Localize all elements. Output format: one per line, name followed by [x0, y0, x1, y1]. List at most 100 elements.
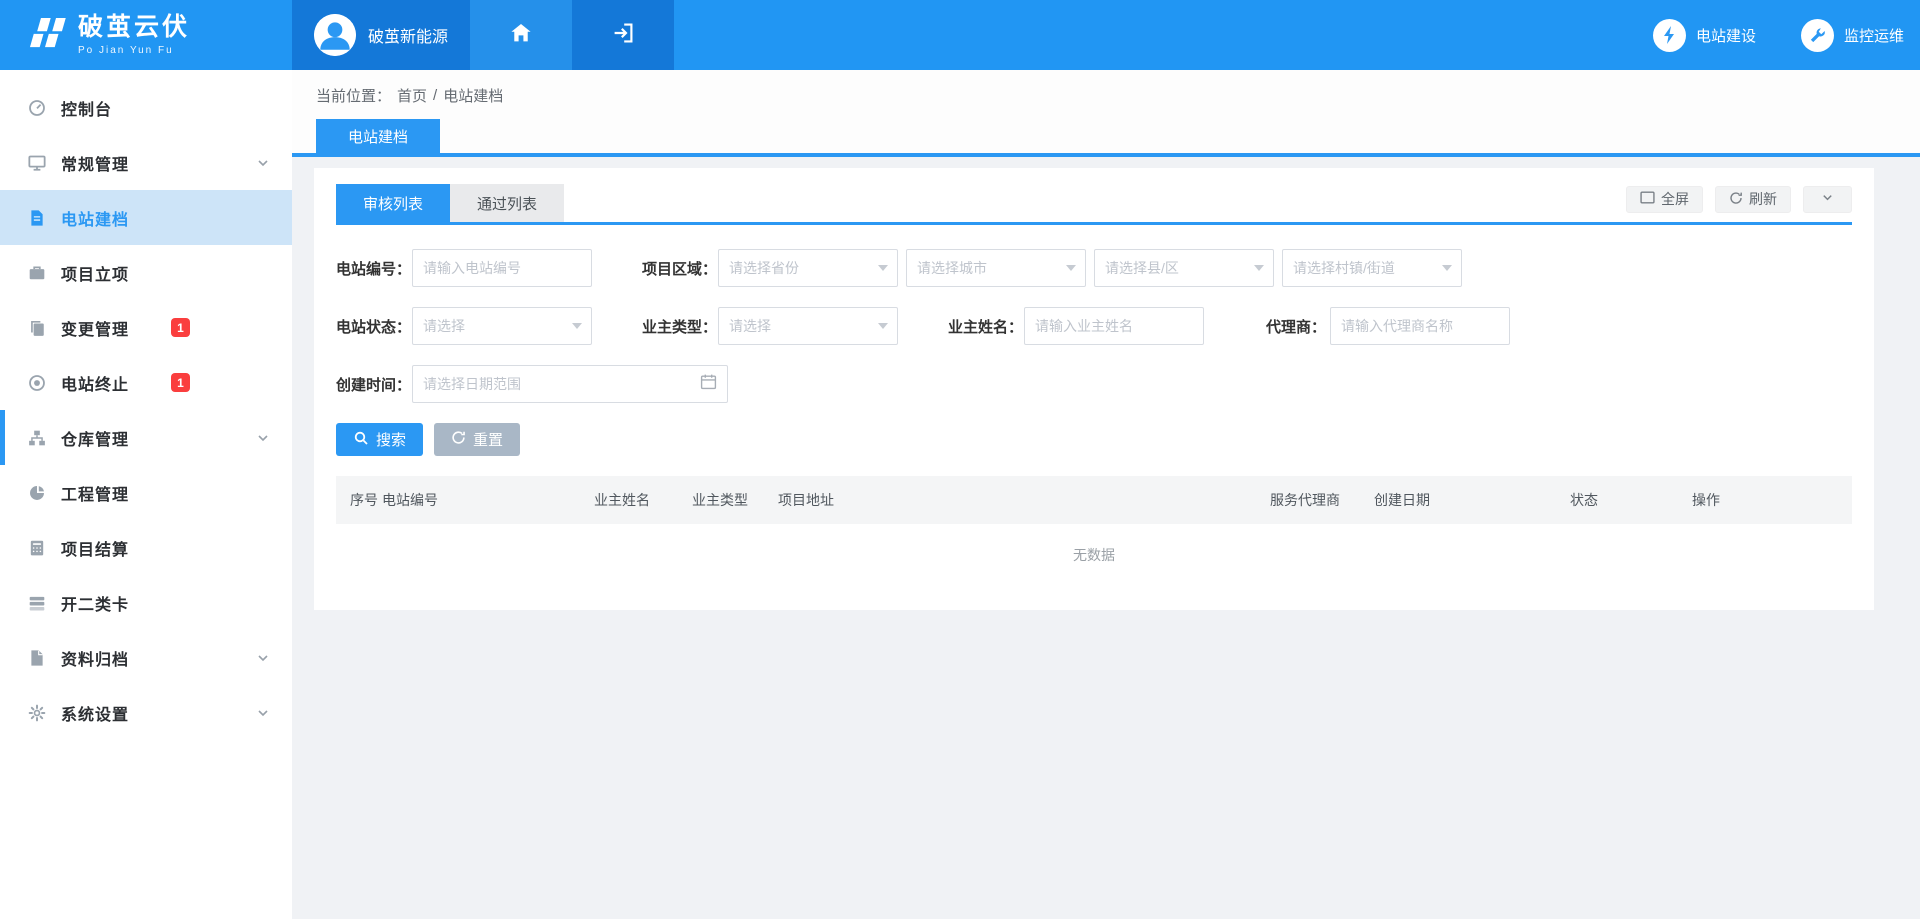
dashboard-icon — [27, 98, 47, 118]
date-range-input[interactable] — [423, 376, 700, 392]
file-icon — [27, 648, 47, 668]
create-time-field-group: 创建时间： — [336, 365, 728, 403]
caret-down-icon — [1066, 265, 1076, 271]
monitor-icon — [27, 153, 47, 173]
avatar — [314, 14, 356, 56]
results-table: 序号 电站编号 业主姓名 业主类型 项目地址 服务代理商 创建日期 状态 操作 … — [336, 476, 1852, 586]
owner-type-field-group: 业主类型： 请选择 — [642, 307, 898, 345]
station-status-select[interactable]: 请选择 — [412, 307, 592, 345]
owner-name-label: 业主姓名： — [948, 316, 1020, 337]
sidebar-item-warehouse-management[interactable]: 仓库管理 — [0, 410, 292, 465]
card-lines-icon — [27, 593, 47, 613]
panel-tools: 全屏 刷新 — [1626, 186, 1852, 213]
fullscreen-icon — [1640, 191, 1655, 207]
region-field-group: 项目区域： 请选择省份 请选择城市 — [642, 249, 1462, 287]
caret-down-icon — [1442, 265, 1452, 271]
sidebar-item-label: 项目结算 — [61, 536, 129, 560]
sidebar-item-system-settings[interactable]: 系统设置 — [0, 685, 292, 740]
region-label: 项目区域： — [642, 258, 714, 279]
sidebar-item-label: 工程管理 — [61, 481, 129, 505]
sidebar-item-change-management[interactable]: 变更管理 1 — [0, 300, 292, 355]
wrench-icon — [1801, 19, 1834, 52]
sidebar-item-project-initiation[interactable]: 项目立项 — [0, 245, 292, 300]
owner-type-label: 业主类型： — [642, 316, 714, 337]
sidebar-item-data-archive[interactable]: 资料归档 — [0, 630, 292, 685]
caret-down-icon — [572, 323, 582, 329]
page-tabs: 电站建档 — [316, 119, 1920, 153]
agent-field-group: 代理商： — [1254, 307, 1510, 345]
nav-station-build[interactable]: 电站建设 — [1653, 19, 1756, 52]
home-icon — [509, 21, 533, 50]
collapse-button[interactable] — [1803, 186, 1852, 213]
app-header: 破茧云伏 Po Jian Yun Fu 破茧新能源 — [0, 0, 1920, 70]
sidebar-item-open-class2-card[interactable]: 开二类卡 — [0, 575, 292, 630]
sidebar-item-label: 电站终止 — [61, 371, 129, 395]
agent-input[interactable] — [1330, 307, 1510, 345]
main-area: 当前位置： 首页 / 电站建档 电站建档 审核列表 通过列表 — [292, 70, 1920, 919]
sidebar-item-station-filing[interactable]: 电站建档 — [0, 190, 292, 245]
company-name: 破茧新能源 — [368, 23, 448, 47]
search-icon — [353, 430, 369, 450]
station-no-input[interactable] — [412, 249, 592, 287]
fullscreen-button[interactable]: 全屏 — [1626, 186, 1703, 213]
logo-subtitle: Po Jian Yun Fu — [78, 45, 190, 56]
topbar: 当前位置： 首页 / 电站建档 电站建档 — [292, 70, 1920, 157]
sidebar-item-label: 开二类卡 — [61, 591, 129, 615]
station-filing-panel: 审核列表 通过列表 全屏 — [314, 168, 1874, 610]
lightning-icon — [1653, 19, 1686, 52]
breadcrumb-prefix: 当前位置： — [316, 85, 391, 106]
header-right-nav: 电站建设 监控运维 — [1653, 0, 1920, 70]
signin-icon — [611, 21, 635, 50]
reset-label: 重置 — [473, 429, 503, 450]
sidebar-item-project-settlement[interactable]: 项目结算 — [0, 520, 292, 575]
chevron-down-icon — [256, 431, 270, 445]
date-range-picker[interactable] — [412, 365, 728, 403]
sidebar-item-label: 常规管理 — [61, 151, 129, 175]
sidebar-item-label: 仓库管理 — [61, 426, 129, 450]
reset-button[interactable]: 重置 — [434, 423, 520, 456]
sidebar-item-dashboard[interactable]: 控制台 — [0, 80, 292, 135]
filter-actions: 搜索 重置 — [336, 423, 1852, 456]
search-button[interactable]: 搜索 — [336, 423, 423, 456]
notification-badge: 1 — [171, 373, 190, 392]
app-logo: 破茧云伏 Po Jian Yun Fu — [0, 0, 292, 70]
signin-button[interactable] — [572, 0, 674, 70]
refresh-label: 刷新 — [1749, 189, 1777, 209]
gear-icon — [27, 703, 47, 723]
sitemap-icon — [27, 428, 47, 448]
tab-review-list[interactable]: 审核列表 — [336, 184, 450, 222]
col-station-no: 电站编号 — [382, 490, 594, 510]
filter-form: 电站编号： 项目区域： 请选择省份 — [336, 249, 1852, 403]
province-select[interactable]: 请选择省份 — [718, 249, 898, 287]
sidebar-item-engineering-management[interactable]: 工程管理 — [0, 465, 292, 520]
nav-monitor-ops[interactable]: 监控运维 — [1801, 19, 1904, 52]
refresh-button[interactable]: 刷新 — [1715, 186, 1791, 213]
breadcrumb-home-link[interactable]: 首页 — [397, 85, 427, 106]
station-no-label: 电站编号： — [336, 258, 408, 279]
user-menu[interactable]: 破茧新能源 — [292, 0, 470, 70]
copy-icon — [27, 318, 47, 338]
panel-tabs-bar: 审核列表 通过列表 全屏 — [336, 184, 1852, 225]
page-tab-station-filing[interactable]: 电站建档 — [316, 119, 440, 153]
station-status-field-group: 电站状态： 请选择 — [336, 307, 592, 345]
town-select[interactable]: 请选择村镇/街道 — [1282, 249, 1462, 287]
owner-name-input[interactable] — [1024, 307, 1204, 345]
content-body: 审核列表 通过列表 全屏 — [292, 157, 1920, 919]
sidebar-item-label: 变更管理 — [61, 316, 129, 340]
county-select[interactable]: 请选择县/区 — [1094, 249, 1274, 287]
reset-icon — [451, 430, 466, 449]
col-actions: 操作 — [1692, 490, 1852, 510]
sidebar-item-general-management[interactable]: 常规管理 — [0, 135, 292, 190]
sidebar-item-label: 系统设置 — [61, 701, 129, 725]
tab-passed-list[interactable]: 通过列表 — [450, 184, 564, 222]
sidebar: 控制台 常规管理 — [0, 70, 292, 919]
filter-row-1: 电站编号： 项目区域： 请选择省份 — [336, 249, 1852, 287]
caret-down-icon — [1254, 265, 1264, 271]
col-owner-name: 业主姓名 — [594, 490, 692, 510]
create-time-label: 创建时间： — [336, 374, 408, 395]
owner-type-select[interactable]: 请选择 — [718, 307, 898, 345]
sidebar-item-station-termination[interactable]: 电站终止 1 — [0, 355, 292, 410]
home-button[interactable] — [470, 0, 572, 70]
city-select[interactable]: 请选择城市 — [906, 249, 1086, 287]
app-shell: 控制台 常规管理 — [0, 70, 1920, 919]
